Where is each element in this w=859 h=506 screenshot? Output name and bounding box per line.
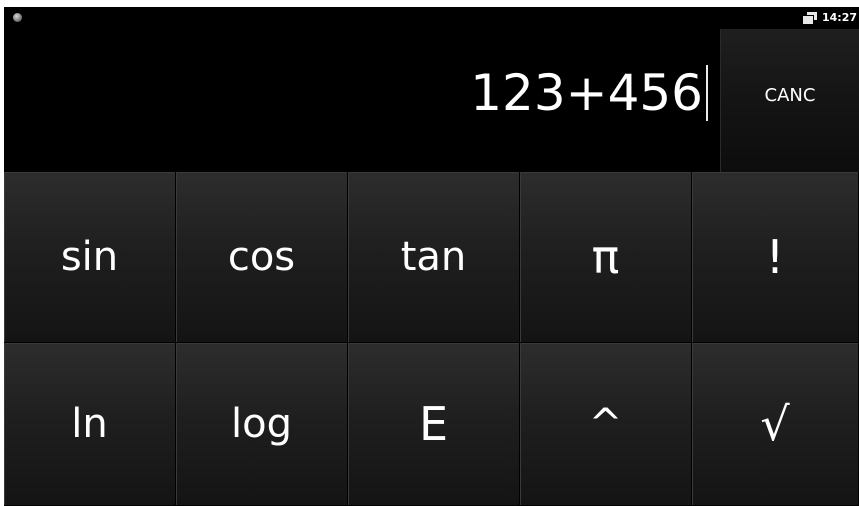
- sin-button[interactable]: sin: [4, 172, 176, 343]
- status-right-group: 14:27: [801, 9, 857, 27]
- notification-dot-icon: [13, 13, 22, 22]
- expression-text: 123+456: [470, 64, 703, 122]
- multi-window-icon: [801, 11, 818, 25]
- factorial-button[interactable]: !: [692, 172, 859, 343]
- e-button[interactable]: E: [348, 343, 520, 506]
- calculator-screen: 14:27 123+456 CANC sin cos tan π ! ln lo…: [4, 7, 859, 506]
- function-keypad: sin cos tan π ! ln log E ^ √: [4, 172, 859, 506]
- pi-button[interactable]: π: [520, 172, 692, 343]
- ln-button[interactable]: ln: [4, 343, 176, 506]
- expression-field[interactable]: 123+456: [470, 59, 708, 127]
- tan-button[interactable]: tan: [348, 172, 520, 343]
- expression-display[interactable]: 123+456: [4, 29, 720, 172]
- power-button[interactable]: ^: [520, 343, 692, 506]
- clear-button[interactable]: CANC: [720, 29, 859, 172]
- text-cursor: [706, 65, 708, 121]
- sqrt-button[interactable]: √: [692, 343, 859, 506]
- cos-button[interactable]: cos: [176, 172, 348, 343]
- log-button[interactable]: log: [176, 343, 348, 506]
- status-bar: 14:27: [4, 7, 859, 29]
- status-clock: 14:27: [821, 11, 857, 24]
